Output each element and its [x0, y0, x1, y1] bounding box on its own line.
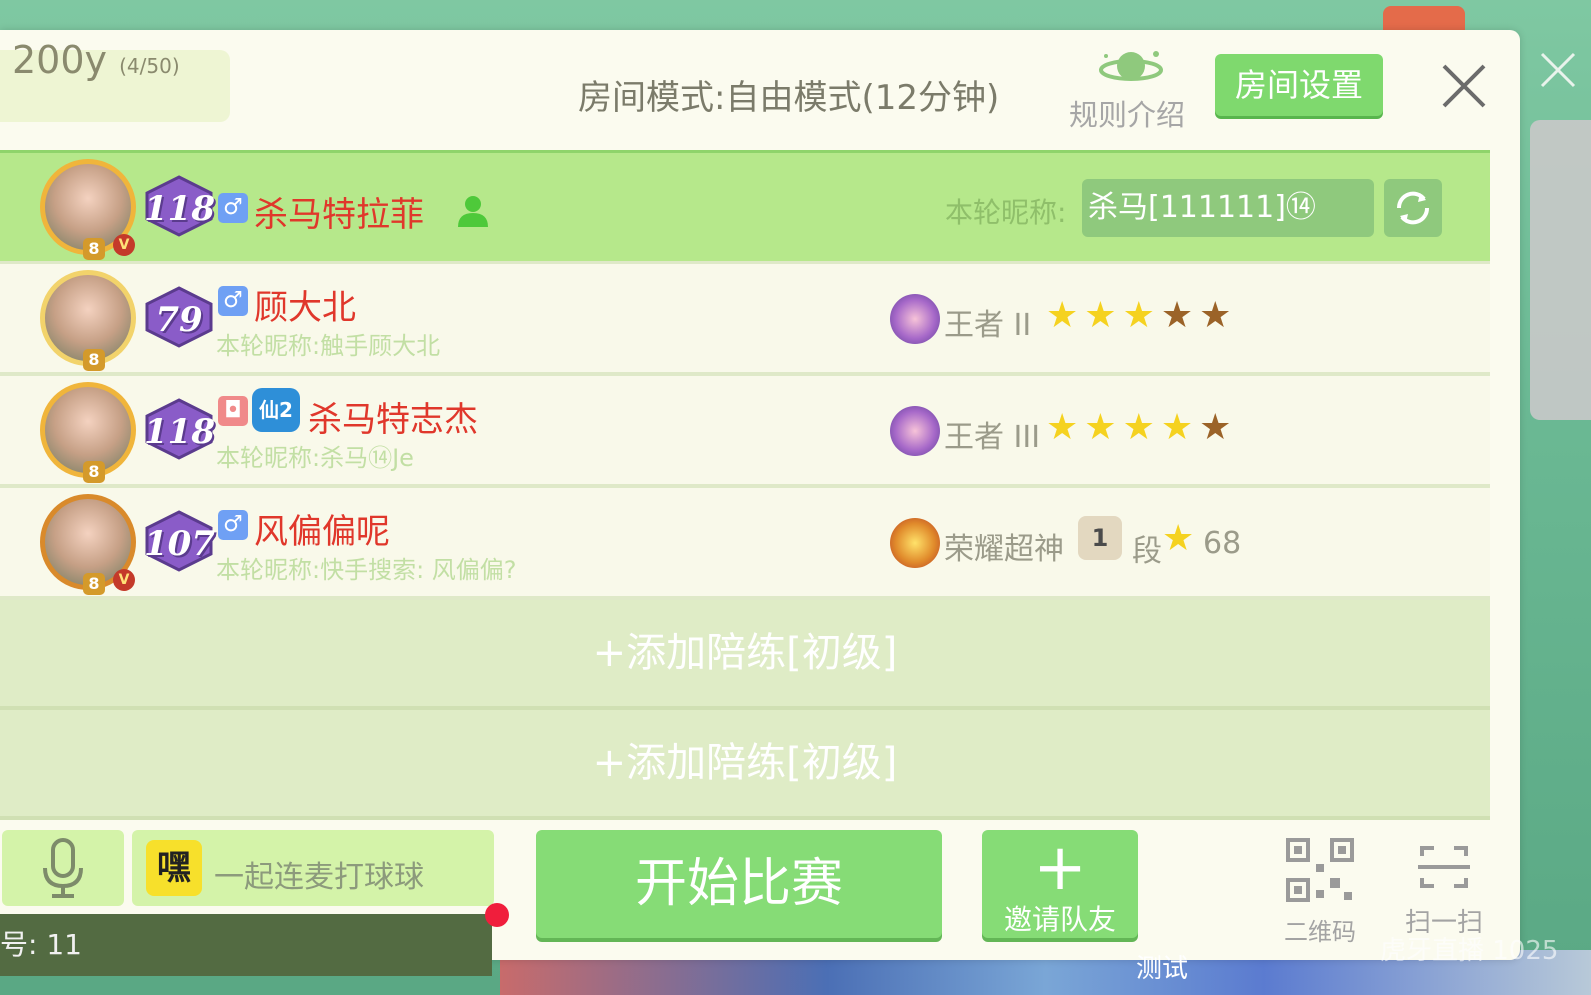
star-icon: ★	[1046, 295, 1079, 336]
avatar[interactable]: 8 V	[40, 159, 136, 260]
stream-watermark: 虎牙直播 1025	[1380, 936, 1559, 966]
microphone-button[interactable]	[2, 830, 124, 906]
star-icon: ★	[1199, 295, 1232, 336]
avatar[interactable]: 8	[40, 270, 136, 371]
voice-chat-button[interactable]: 嘿 一起连麦打球球	[132, 830, 494, 906]
star-icon: ★	[1046, 407, 1079, 448]
qr-code-icon	[1286, 838, 1354, 902]
player-name: 杀马特拉菲	[254, 195, 424, 235]
refresh-icon	[1396, 191, 1430, 225]
tier-suffix: 段	[1132, 534, 1162, 569]
plus-icon: +	[1033, 831, 1087, 905]
round-nick-text: 本轮昵称:杀马⑭Je	[216, 444, 414, 472]
user-icon	[458, 196, 488, 227]
rank-emblem-icon	[890, 518, 940, 568]
level-badge: 118	[144, 175, 215, 237]
background-panel	[1530, 120, 1591, 420]
rank-emblem-icon	[890, 294, 940, 344]
room-mode: 房间模式:自由模式(12分钟)	[578, 78, 1000, 118]
player-row[interactable]: 8 118 ◘ 仙2 杀马特志杰 本轮昵称:杀马⑭Je 王者 III ★ ★ ★ ★ ★	[0, 376, 1490, 488]
microphone-icon	[43, 838, 83, 898]
level-badge: 118	[144, 398, 215, 460]
scan-button[interactable]: 扫一扫	[1394, 834, 1494, 942]
tier-star-count: 68	[1203, 526, 1242, 561]
vip-badge: V	[113, 569, 135, 591]
round-nick-text: 本轮昵称:快手搜索: 风偏偏?	[216, 556, 517, 584]
calendar-icon	[1383, 6, 1465, 32]
notification-dot	[485, 903, 509, 927]
star-icon: ★	[1084, 407, 1117, 448]
female-icon: ◘	[218, 396, 248, 426]
player-name: 风偏偏呢	[254, 512, 390, 552]
refresh-nick-button[interactable]	[1384, 179, 1442, 237]
level-badge: 79	[144, 286, 214, 348]
room-settings-button[interactable]: 房间设置	[1215, 54, 1383, 116]
room-name: 200y (4/50)	[12, 38, 180, 82]
player-name: 顾大北	[254, 288, 356, 328]
planet-icon	[1099, 51, 1163, 81]
room-name-text: 200y	[12, 38, 108, 82]
star-icon: ★	[1162, 518, 1195, 559]
male-icon: ♂	[218, 193, 248, 223]
close-icon[interactable]	[1440, 62, 1488, 110]
player-name: 杀马特志杰	[308, 400, 478, 440]
player-row[interactable]: 8 V 118 ♂ 杀马特拉菲 本轮昵称: 杀马[111111]⑭	[0, 150, 1490, 265]
player-row[interactable]: 8 79 ♂ 顾大北 本轮昵称:触手顾大北 王者 II ★ ★ ★ ★ ★	[0, 264, 1490, 376]
rules-button[interactable]: 规则介绍	[1066, 44, 1194, 132]
rank-stars: ★ ★ ★ ★ ★	[1046, 410, 1231, 446]
level-number: 118	[144, 412, 215, 452]
room-number-bar: 号: 11	[0, 914, 492, 976]
rank-name: 荣耀超神	[944, 532, 1064, 567]
star-icon: ★	[1122, 295, 1155, 336]
level-badge: 107	[144, 510, 215, 572]
rank-emblem-icon	[890, 406, 940, 456]
tier-badge: 1	[1078, 516, 1122, 560]
star-icon: ★	[1199, 407, 1232, 448]
round-nick-text: 本轮昵称:触手顾大北	[216, 332, 441, 360]
invite-label: 邀请队友	[1003, 903, 1116, 936]
star-icon: ★	[1160, 295, 1194, 336]
add-bot-button[interactable]: +添加陪练[初级]	[0, 710, 1490, 820]
avatar-badge: 8	[83, 238, 105, 260]
qr-code-button[interactable]: 二维码	[1270, 834, 1370, 946]
round-nick-label: 本轮昵称:	[945, 196, 1067, 229]
level-number: 79	[155, 300, 203, 340]
voice-chat-label: 一起连麦打球球	[214, 860, 424, 895]
chat-app-icon: 嘿	[146, 840, 202, 896]
add-bot-button[interactable]: +添加陪练[初级]	[0, 600, 1490, 710]
immortal-badge: 仙2	[252, 388, 300, 432]
rank-name: 王者 II	[944, 308, 1032, 343]
avatar-badge: 8	[83, 573, 105, 595]
male-icon: ♂	[218, 286, 248, 316]
test-tag: 测试	[1136, 954, 1189, 984]
star-icon: ★	[1122, 407, 1155, 448]
scan-icon	[1418, 846, 1470, 888]
avatar[interactable]: 8 V	[40, 494, 136, 595]
avatar-badge: 8	[83, 461, 105, 483]
room-player-count: (4/50)	[119, 54, 180, 78]
star-icon: ★	[1084, 295, 1117, 336]
rank-name: 王者 III	[944, 420, 1041, 455]
rank-stars: ★ ★ ★ ★ ★	[1046, 298, 1231, 334]
player-list: 8 V 118 ♂ 杀马特拉菲 本轮昵称: 杀马[111111]⑭ 8 79 ♂…	[0, 150, 1500, 820]
star-icon: ★	[1160, 407, 1194, 448]
invite-friends-button[interactable]: + 邀请队友	[982, 830, 1138, 938]
round-nick-field[interactable]: 杀马[111111]⑭	[1082, 179, 1374, 237]
level-number: 118	[144, 189, 215, 229]
vip-badge: V	[113, 234, 135, 256]
level-number: 107	[144, 524, 215, 564]
rules-label: 规则介绍	[1069, 98, 1186, 132]
qr-code-label: 二维码	[1284, 918, 1356, 946]
start-game-button[interactable]: 开始比赛	[536, 830, 942, 938]
player-row[interactable]: 8 V 107 ♂ 风偏偏呢 本轮昵称:快手搜索: 风偏偏? 荣耀超神 1 段 …	[0, 488, 1490, 600]
avatar[interactable]: 8	[40, 382, 136, 483]
avatar-badge: 8	[83, 349, 105, 371]
male-icon: ♂	[218, 510, 248, 540]
background-close-icon	[1540, 52, 1576, 88]
